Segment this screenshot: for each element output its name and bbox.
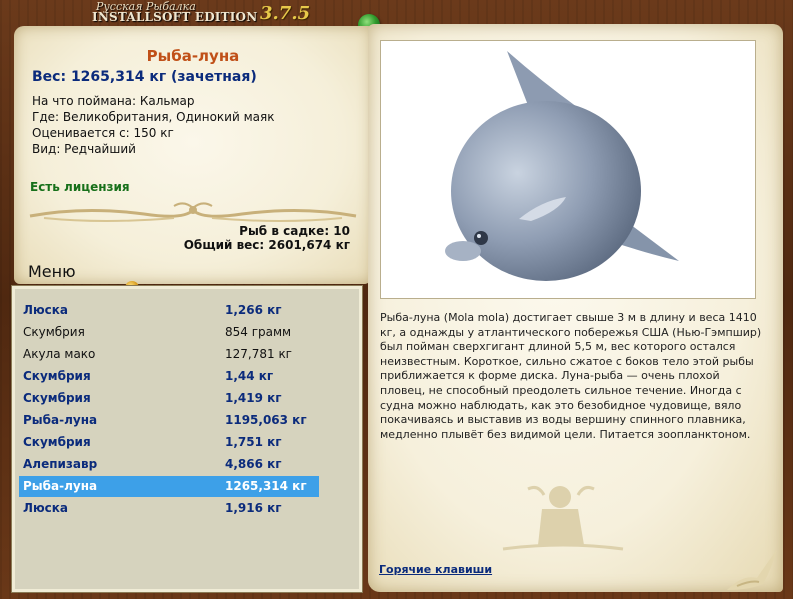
catch-list[interactable]: Люска 1,266 кг Скумбрия 854 грамм Акула ма… [11,285,363,593]
hotkeys-link[interactable]: Горячие клавиши [379,563,492,576]
fish-value: Оценивается с: 150 кг [32,126,174,140]
fish-photo [380,40,756,299]
list-item-weight: 1,266 кг [225,303,282,317]
fish-detail-card: Рыба-луна (Mola mola) достигает свыше 3 … [368,24,783,592]
list-item[interactable]: Акула мако 127,781 кг [19,344,319,365]
app-version: 3.7.5 [260,3,311,24]
list-item-weight: 1195,063 кг [225,413,307,427]
sunfish-image [445,51,679,281]
menu-button[interactable]: Меню [28,262,76,281]
list-item-name: Скумбрия [23,435,91,449]
list-item-weight: 4,866 кг [225,457,282,471]
list-item[interactable]: Скумбрия 854 грамм [19,322,319,343]
catch-stats: Рыб в садке: 10 Общий вес: 2601,674 кг [180,224,350,252]
list-item-weight: 1,751 кг [225,435,282,449]
fish-weight: Вес: 1265,314 кг (зачетная) [32,69,257,85]
list-item-name: Алепизавр [23,457,98,471]
list-item[interactable]: Рыба-луна 1195,063 кг [19,410,319,431]
page-curl-ornament [727,550,777,590]
list-item-name: Рыба-луна [23,479,98,493]
list-item-name: Акула мако [23,347,96,361]
list-item-weight: 1,44 кг [225,369,274,383]
list-item-weight: 854 грамм [225,325,292,339]
list-item-weight: 1265,314 кг [225,479,307,493]
list-item-name: Скумбрия [23,325,85,339]
logo-title: INSTALLSOFT EDITION [92,10,258,24]
list-item-weight: 1,916 кг [225,501,282,515]
list-item[interactable]: Скумбрия 1,419 кг [19,388,319,409]
list-item[interactable]: Люска 1,916 кг [19,498,319,519]
list-item[interactable]: Скумбрия 1,44 кг [19,366,319,387]
fish-name: Рыба-луна [146,47,240,65]
app-logo: Русская Рыбалка INSTALLSOFT EDITION 3.7.… [88,0,318,24]
catch-count: Рыб в садке: 10 [239,224,350,238]
list-item-weight: 1,419 кг [225,391,282,405]
list-item-weight: 127,781 кг [225,347,292,361]
list-item[interactable]: Скумбрия 1,751 кг [19,432,319,453]
fish-description: Рыба-луна (Mola mola) достигает свыше 3 … [380,311,762,441]
list-item-name: Скумбрия [23,369,91,383]
fish-bait: На что поймана: Кальмар [32,94,195,108]
fish-place: Где: Великобритания, Одинокий маяк [32,110,275,124]
list-item-name: Люска [23,501,68,515]
fisherman-silhouette-icon [502,486,624,551]
list-item[interactable]: Алепизавр 4,866 кг [19,454,319,475]
list-item[interactable]: Люска 1,266 кг [19,300,319,321]
list-item-name: Рыба-луна [23,413,98,427]
catch-total-weight: Общий вес: 2601,674 кг [183,238,350,252]
list-item-selected[interactable]: Рыба-луна 1265,314 кг [19,476,319,497]
list-item-name: Скумбрия [23,391,91,405]
fish-kind: Вид: Редчайший [32,142,136,156]
list-item-name: Люска [23,303,68,317]
license-status: Есть лицензия [30,180,130,194]
